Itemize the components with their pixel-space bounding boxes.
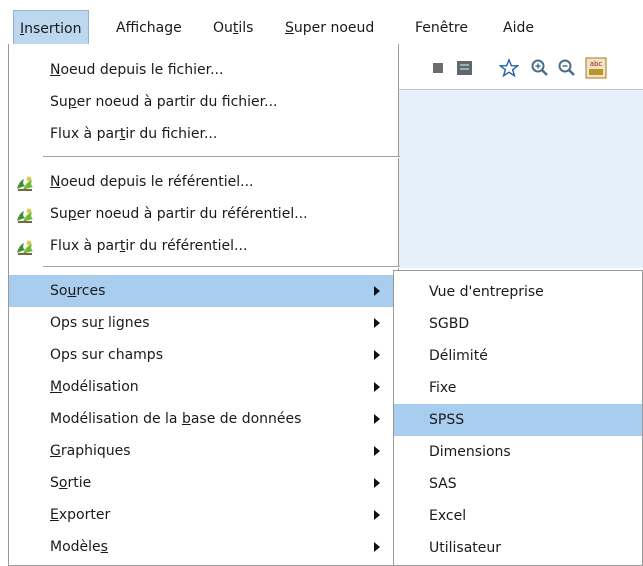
submenu-item-spss[interactable]: SPSS [394, 404, 642, 436]
insertion-menu: Noeud depuis le fichier... Super noeud à… [8, 44, 400, 566]
menu-separator [43, 156, 400, 158]
submenu-arrow-icon [374, 318, 380, 328]
spellcheck-label: abc [590, 60, 603, 68]
menu-aide[interactable]: Aide [497, 10, 540, 44]
submenu-item-sas[interactable]: SAS [394, 468, 642, 500]
menu-item-modeles[interactable]: Modèles [9, 531, 398, 563]
edit-icon[interactable] [455, 58, 475, 78]
menu-item-modelisation[interactable]: Modélisation [9, 371, 398, 403]
submenu-arrow-icon [374, 478, 380, 488]
menu-item-label: Ops sur lignes [50, 315, 150, 331]
submenu-item-delimite[interactable]: Délimité [394, 340, 642, 372]
submenu-arrow-icon [374, 382, 380, 392]
zoom-in-icon[interactable] [530, 58, 550, 78]
menu-item-label: Sortie [50, 475, 92, 491]
menu-item-label: Modélisation [50, 379, 139, 395]
menu-item-label: Flux à partir du référentiel... [50, 238, 248, 254]
submenu-item-label: Dimensions [429, 444, 511, 460]
submenu-item-label: Délimité [429, 348, 488, 364]
menu-separator [43, 266, 400, 268]
submenu-arrow-icon [374, 446, 380, 456]
zoom-out-icon[interactable] [557, 58, 577, 78]
menu-item-sources[interactable]: Sources [9, 275, 398, 307]
submenu-item-fixe[interactable]: Fixe [394, 372, 642, 404]
submenu-item-label: SGBD [429, 316, 470, 332]
submenu-item-excel[interactable]: Excel [394, 500, 642, 532]
menu-bar: Insertion Affichage Outils Super noeud F… [0, 0, 643, 44]
menu-fenetre[interactable]: Fenêtre [409, 10, 474, 44]
menu-item-graphiques[interactable]: Graphiques [9, 435, 398, 467]
menu-item-label: Modèles [50, 539, 108, 555]
submenu-item-label: Vue d'entreprise [429, 284, 544, 300]
menu-item-ops-champs[interactable]: Ops sur champs [9, 339, 398, 371]
menu-item-label: Super noeud à partir du fichier... [50, 94, 278, 110]
submenu-item-label: Excel [429, 508, 467, 524]
submenu-arrow-icon [374, 510, 380, 520]
menu-item-noeud-fichier[interactable]: Noeud depuis le fichier... [9, 54, 398, 86]
repository-icon [15, 173, 35, 191]
menu-item-label: Noeud depuis le référentiel... [50, 174, 254, 190]
menu-item-flux-fichier[interactable]: Flux à partir du fichier... [9, 118, 398, 150]
menu-item-label: Sources [50, 283, 106, 299]
submenu-item-label: Utilisateur [429, 540, 502, 556]
repository-icon [15, 205, 35, 223]
submenu-item-label: SAS [429, 476, 457, 492]
menu-item-super-noeud-fichier[interactable]: Super noeud à partir du fichier... [9, 86, 398, 118]
star-icon[interactable] [499, 57, 519, 78]
menu-super-noeud[interactable]: Super noeud [279, 10, 380, 44]
menu-affichage[interactable]: Affichage [110, 10, 188, 44]
repository-icon [15, 237, 35, 255]
submenu-item-utilisateur[interactable]: Utilisateur [394, 532, 642, 564]
menu-item-modelisation-bdd[interactable]: Modélisation de la base de données [9, 403, 398, 435]
submenu-item-label: SPSS [429, 412, 465, 428]
menu-item-ops-lignes[interactable]: Ops sur lignes [9, 307, 398, 339]
menu-item-label: Super noeud à partir du référentiel... [50, 206, 308, 222]
stop-icon[interactable] [428, 58, 448, 78]
toolbar: abc [395, 44, 643, 90]
menu-item-label: Graphiques [50, 443, 131, 459]
menu-item-label: Flux à partir du fichier... [50, 126, 218, 142]
menu-item-super-noeud-referentiel[interactable]: Super noeud à partir du référentiel... [9, 198, 398, 230]
menu-item-label: Noeud depuis le fichier... [50, 62, 224, 78]
submenu-item-label: Fixe [429, 380, 457, 396]
menu-item-label: Exporter [50, 507, 111, 523]
submenu-item-sgbd[interactable]: SGBD [394, 308, 642, 340]
submenu-arrow-icon [374, 414, 380, 424]
menu-item-flux-referentiel[interactable]: Flux à partir du référentiel... [9, 230, 398, 262]
sources-submenu: Vue d'entreprise SGBD Délimité Fixe SPSS… [393, 270, 643, 566]
stream-canvas[interactable] [395, 90, 643, 268]
spellcheck-icon[interactable]: abc [585, 57, 607, 79]
menu-item-label: Ops sur champs [50, 347, 163, 363]
menu-insertion[interactable]: Insertion [13, 10, 89, 44]
menu-item-noeud-referentiel[interactable]: Noeud depuis le référentiel... [9, 166, 398, 198]
menu-item-label: Modélisation de la base de données [50, 411, 302, 427]
menu-item-exporter[interactable]: Exporter [9, 499, 398, 531]
submenu-arrow-icon [374, 286, 380, 296]
menu-outils[interactable]: Outils [207, 10, 259, 44]
submenu-item-vue-entreprise[interactable]: Vue d'entreprise [394, 276, 642, 308]
submenu-item-dimensions[interactable]: Dimensions [394, 436, 642, 468]
submenu-arrow-icon [374, 350, 380, 360]
submenu-arrow-icon [374, 542, 380, 552]
menu-item-sortie[interactable]: Sortie [9, 467, 398, 499]
